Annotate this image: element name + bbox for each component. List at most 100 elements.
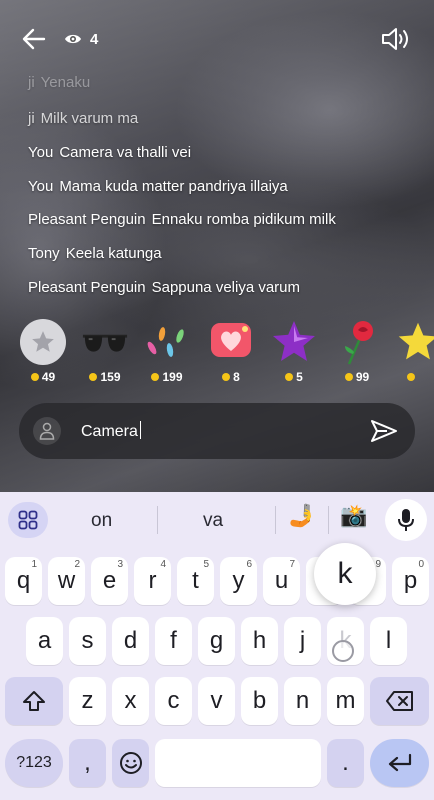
key-label: x <box>124 687 137 714</box>
key-l[interactable]: l <box>370 617 407 665</box>
send-icon <box>371 420 397 442</box>
gift-price: 49 <box>41 370 56 384</box>
chat-text: Milk varum ma <box>40 110 139 127</box>
key-press-popup: k <box>314 543 376 605</box>
backspace-key[interactable] <box>370 677 429 725</box>
gift-tray: 49 159 199 8 5 99 <box>0 316 434 390</box>
chat-username: Pleasant Penguin <box>28 279 146 296</box>
key-d[interactable]: d <box>112 617 149 665</box>
key-f[interactable]: f <box>155 617 192 665</box>
popup-label: k <box>337 557 353 590</box>
sunglasses-gift-icon <box>82 334 128 352</box>
gift-footprints[interactable]: 199 <box>137 316 197 390</box>
microphone-icon <box>398 509 414 531</box>
key-t[interactable]: t5 <box>177 557 214 605</box>
user-icon <box>33 417 61 445</box>
key-label: ?123 <box>16 754 52 771</box>
key-label: q <box>16 567 31 594</box>
enter-key[interactable] <box>370 739 429 787</box>
key-label: y <box>232 567 245 594</box>
comment-input-bar[interactable]: Camera <box>19 403 415 459</box>
divider <box>328 506 329 534</box>
coin-icon <box>89 373 98 381</box>
eye-icon <box>65 34 81 44</box>
back-button[interactable] <box>20 26 48 52</box>
chat-text: Mama kuda matter pandriya illaiya <box>59 178 288 195</box>
comment-input[interactable]: Camera <box>81 421 142 441</box>
voice-input-button[interactable] <box>385 499 427 541</box>
key-z[interactable]: z <box>69 677 106 725</box>
suggestion-1[interactable]: on <box>91 510 112 532</box>
suggestion-2[interactable]: va <box>203 510 223 532</box>
chat-text: Camera va thalli vei <box>59 144 192 161</box>
key-e[interactable]: e3 <box>91 557 128 605</box>
emoji-suggestion-2[interactable]: 📸 <box>340 503 367 529</box>
chat-message: Tony Keela katunga <box>28 245 162 262</box>
sound-button[interactable] <box>380 26 412 52</box>
chat-message: Pleasant Penguin Sappuna veliya varum <box>28 279 300 296</box>
key-u[interactable]: u7 <box>263 557 300 605</box>
key-p[interactable]: p0 <box>392 557 429 605</box>
key-label: v <box>210 687 223 714</box>
key-x[interactable]: x <box>112 677 149 725</box>
key-q[interactable]: q1 <box>5 557 42 605</box>
period-key[interactable]: . <box>327 739 364 787</box>
key-label: u <box>274 567 289 594</box>
chat-message: You Camera va thalli vei <box>28 144 191 161</box>
gift-yellow-star[interactable] <box>390 316 434 390</box>
key-w[interactable]: w2 <box>48 557 85 605</box>
emoji-suggestion-1[interactable]: 🤳 <box>288 503 315 529</box>
key-hint: 0 <box>418 559 424 570</box>
emoji-key[interactable] <box>112 739 149 787</box>
key-r[interactable]: r4 <box>134 557 171 605</box>
gift-sunglasses[interactable]: 159 <box>75 316 135 390</box>
key-label: d <box>123 627 138 654</box>
gift-price: 8 <box>233 370 240 384</box>
apps-button[interactable] <box>8 502 48 538</box>
symbols-key[interactable]: ?123 <box>5 739 63 787</box>
key-g[interactable]: g <box>198 617 235 665</box>
key-label: s <box>81 627 94 654</box>
suggestion-bar: on va 🤳 📸 <box>0 492 434 548</box>
gift-purple-star[interactable]: 5 <box>264 316 324 390</box>
key-hint: 3 <box>117 559 123 570</box>
key-label: w <box>57 567 76 594</box>
key-label: , <box>84 749 91 776</box>
key-b[interactable]: b <box>241 677 278 725</box>
gift-heart[interactable]: 8 <box>201 316 261 390</box>
chat-text: Keela katunga <box>65 245 162 262</box>
shift-key[interactable] <box>5 677 63 725</box>
key-hint: 6 <box>246 559 252 570</box>
gift-star[interactable]: 49 <box>13 316 73 390</box>
key-c[interactable]: c <box>155 677 192 725</box>
key-a[interactable]: a <box>26 617 63 665</box>
coin-icon <box>222 373 231 381</box>
gift-rose[interactable]: 99 <box>327 316 387 390</box>
send-button[interactable] <box>369 417 399 445</box>
gift-price: 99 <box>355 370 370 384</box>
heart-gift-icon <box>211 323 251 357</box>
key-v[interactable]: v <box>198 677 235 725</box>
chat-username: You <box>28 178 54 195</box>
enter-icon <box>388 753 411 772</box>
viewer-count: 4 <box>90 30 99 48</box>
star-gift-icon <box>20 319 66 365</box>
gift-price: 199 <box>162 370 183 384</box>
footprints-gift-icon <box>147 327 184 357</box>
comma-key[interactable]: , <box>69 739 106 787</box>
shift-icon <box>23 691 45 711</box>
key-n[interactable]: n <box>284 677 321 725</box>
key-y[interactable]: y6 <box>220 557 257 605</box>
chat-username: You <box>28 144 54 161</box>
coin-icon <box>151 373 160 381</box>
key-label: a <box>37 627 52 654</box>
touch-indicator <box>332 640 354 662</box>
key-s[interactable]: s <box>69 617 106 665</box>
key-label: z <box>81 687 94 714</box>
chat-text: Sappuna veliya varum <box>151 279 301 296</box>
key-j[interactable]: j <box>284 617 321 665</box>
key-h[interactable]: h <box>241 617 278 665</box>
key-m[interactable]: m <box>327 677 364 725</box>
space-key[interactable] <box>155 739 321 787</box>
chat-username: Pleasant Penguin <box>28 211 146 228</box>
